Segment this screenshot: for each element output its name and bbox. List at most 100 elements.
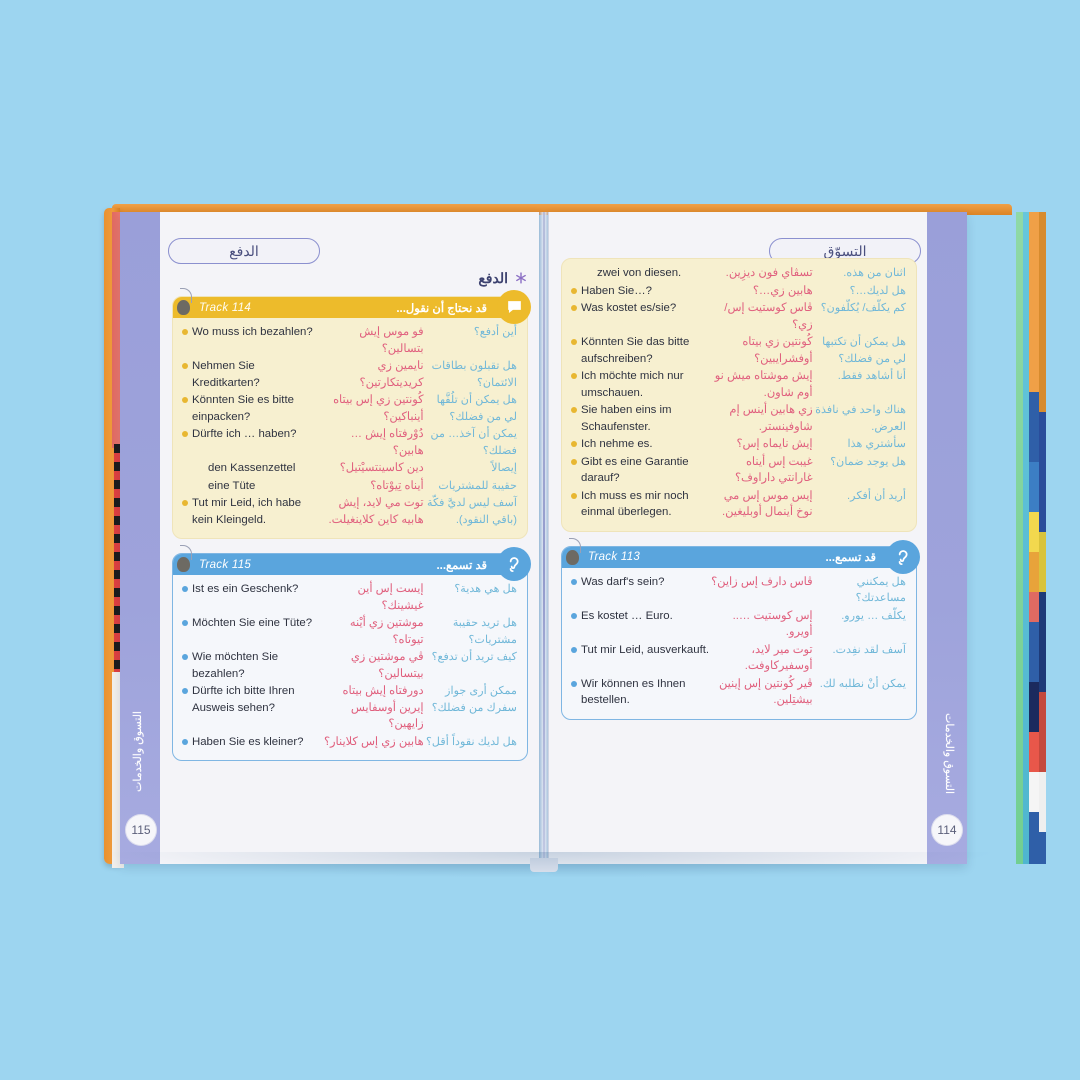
phrase-row: Ich möchte mich nur umschauen. إيش موشتاه… — [571, 368, 908, 401]
phrase-row: zwei von diesen. تسڤاي فون ديزِين. اثنان م… — [571, 265, 908, 282]
transliteration: زي هابين أينس إم شاوفينستر. — [729, 404, 813, 433]
phrase-row: Könnten Sie es bitte einpacken? كُونتين ز… — [182, 392, 519, 425]
phrase-row: Ist es ein Geschenk? إيست إس أين غيشينك؟ ه… — [182, 581, 519, 614]
row-bullet-icon — [182, 431, 188, 437]
row-bullet-icon — [182, 363, 188, 369]
phrase-row: eine Tüte أيناه تِيوْتاه؟ حقيبة للمشتريات — [182, 478, 519, 495]
german-phrase: Haben Sie…? — [581, 284, 652, 297]
row-bullet-icon — [571, 339, 577, 345]
transliteration: هابين زي إس كلاينار؟ — [324, 735, 424, 748]
row-bullet-icon — [182, 738, 188, 745]
track-box-hear: Track 113 قد تسمع... Was darf's sein? ڤاس د… — [561, 537, 920, 720]
phrase-rows: Was darf's sein? ڤاس دارف إس زاين؟ هل يمكن… — [562, 568, 916, 719]
arabic-translation: كم يكلّف/ يُكلّفون؟ — [820, 302, 906, 314]
left-page: التسوق والخدمات 115 الدفع الدفع Track 11… — [120, 212, 539, 864]
german-phrase: Es kostet … Euro. — [581, 609, 673, 622]
left-page-side-tab-text: التسوق والخدمات — [132, 710, 144, 792]
transliteration: إيست إس أين غيشينك؟ — [357, 583, 424, 612]
phrase-row: Was darf's sein? ڤاس دارف إس زاين؟ هل يمكن… — [571, 574, 908, 607]
arabic-translation: إيصالاً — [491, 462, 517, 474]
arabic-translation: هل يمكن أن تلُفَّها لي من فضلك؟ — [436, 394, 517, 423]
arabic-translation: يكلّف … يورو. — [841, 609, 906, 622]
german-phrase: Ich muss es mir noch einmal überlegen. — [581, 489, 689, 519]
row-bullet-icon — [571, 287, 577, 294]
row-bullet-icon — [571, 407, 577, 413]
row-bullet-icon — [182, 483, 188, 489]
arabic-translation: ممكن أرى جواز سفرك من فضلك؟ — [431, 685, 517, 714]
row-bullet-icon — [571, 373, 577, 379]
book-gutter — [539, 212, 549, 864]
arabic-translation: هل لديك…؟ — [849, 284, 906, 297]
arabic-translation: اثنان من هذه. — [843, 267, 906, 279]
phrase-row: Tut mir Leid, ausverkauft. توت مير لايد، … — [571, 642, 908, 675]
open-book: التسوق والخدمات 115 الدفع الدفع Track 11… — [104, 204, 1046, 872]
transliteration: نايمين زي كريديتكارتين؟ — [359, 360, 424, 389]
row-bullet-icon — [182, 654, 188, 660]
transliteration: تسڤاي فون ديزِين. — [725, 267, 813, 279]
transliteration: دُوْرفتاه إيش … هابين؟ — [350, 428, 424, 457]
transliteration: دين كاسينتسيْتيل؟ — [339, 462, 424, 474]
track-box-say: zwei von diesen. تسڤاي فون ديزِين. اثنان م… — [561, 258, 917, 532]
row-bullet-icon — [571, 612, 577, 619]
arabic-translation: آسف ليس لديَّ فكّة (باقي النقود). — [427, 497, 517, 526]
arabic-translation: يمكن أنْ نطلبه لك. — [819, 677, 906, 690]
german-phrase: Ich möchte mich nur umschauen. — [581, 370, 684, 399]
ear-icon — [898, 549, 908, 565]
arabic-translation: هل تريد حقيبة مشتريات؟ — [452, 617, 517, 646]
audio-clip-icon — [177, 288, 192, 315]
arabic-translation: هل لديك نقوداً أقل؟ — [425, 735, 517, 748]
track-header: Track 115 قد تسمع... — [173, 545, 531, 581]
phrase-row: Dürfte ich bitte Ihren Ausweis sehen? دور… — [182, 683, 519, 733]
german-phrase: Sie haben eins im Schaufenster. — [581, 404, 672, 433]
audio-clip-icon — [177, 545, 192, 572]
ear-icon — [886, 539, 920, 574]
german-phrase: Ich nehme es. — [581, 438, 653, 450]
speech-bubble-icon — [507, 300, 521, 313]
ear-icon — [497, 547, 531, 581]
row-bullet-icon — [182, 397, 188, 403]
track-number-label: Track 113 — [588, 551, 641, 563]
transliteration: موشتين زي أيْنه تيوتاه؟ — [349, 617, 424, 646]
row-bullet-icon — [182, 465, 188, 471]
arabic-translation: هل يمكنني مساعدتك؟ — [855, 575, 906, 605]
flower-asterisk-icon — [516, 272, 526, 284]
phrase-row: Dürfte ich … haben? دُوْرفتاه إيش … هابين… — [182, 426, 519, 459]
right-page-number: 114 — [931, 814, 963, 846]
german-phrase: Wo muss ich bezahlen? — [192, 326, 313, 338]
german-phrase: Dürfte ich bitte Ihren Ausweis sehen? — [192, 685, 295, 714]
phrase-row: Sie haben eins im Schaufenster. زي هابين … — [571, 402, 908, 435]
track-number-label: Track 114 — [199, 301, 252, 314]
phrase-row: Wie möchten Sie bezahlen? ڤي موشتين زي بي… — [182, 649, 519, 682]
phrase-row: Möchten Sie eine Tüte? موشتين زي أيْنه تي… — [182, 615, 519, 648]
transliteration: كُونتين زي بيتاه أوفشرايبين؟ — [742, 336, 813, 365]
track-box-say: Track 114 قد نحتاج أن نقول... Wo muss ich … — [172, 288, 531, 539]
track-header: Track 114 قد نحتاج أن نقول... — [173, 288, 531, 324]
left-page-content: الدفع Track 114 قد نحتاج أن نقول... Wo mus… — [172, 268, 531, 775]
book-drop-shadow — [100, 852, 1000, 878]
row-bullet-icon — [182, 500, 188, 506]
row-bullet-icon — [571, 441, 577, 447]
right-page-content: zwei von diesen. تسڤاي فون ديزِين. اثنان م… — [561, 258, 920, 734]
row-bullet-icon — [571, 270, 577, 276]
phrase-row: Wir können es Ihnen bestellen. ڤير كُونتي… — [571, 676, 908, 709]
arabic-translation: حقيبة للمشتريات — [438, 479, 517, 492]
left-section-label-text: الدفع — [478, 269, 508, 286]
phrase-row: Ich nehme es. إيش نايماه إس؟ سأشتري هذا — [571, 436, 908, 453]
left-chapter-pill: الدفع — [168, 238, 320, 264]
arabic-translation: هل يمكن أن تكتبها لي من فضلك؟ — [822, 336, 906, 365]
phrase-row: Es kostet … Euro. إس كوستيت ….. أويرو. يكل… — [571, 608, 908, 641]
german-phrase: Ist es ein Geschenk? — [192, 583, 299, 595]
phrase-row: Gibt es eine Garantie darauf? غيبت إس أين… — [571, 454, 908, 487]
row-bullet-icon — [182, 688, 188, 694]
arabic-translation: سأشتري هذا — [847, 438, 906, 450]
row-bullet-icon — [571, 492, 577, 499]
german-phrase: Könnten Sie es bitte einpacken? — [192, 394, 294, 423]
arabic-translation: أريد أن أفكر. — [847, 489, 906, 502]
page-edge-tabs — [1016, 212, 1074, 864]
arabic-translation: كيف تريد أن تدفع؟ — [431, 651, 517, 663]
arabic-translation: هل هي هدية؟ — [454, 583, 517, 595]
audio-clip-icon — [566, 537, 581, 565]
phrase-rows: zwei von diesen. تسڤاي فون ديزِين. اثنان م… — [562, 259, 916, 531]
transliteration: توت مي لايد، إيش هابيه كاين كلاينغيلت. — [328, 497, 424, 526]
row-bullet-icon — [182, 586, 188, 592]
